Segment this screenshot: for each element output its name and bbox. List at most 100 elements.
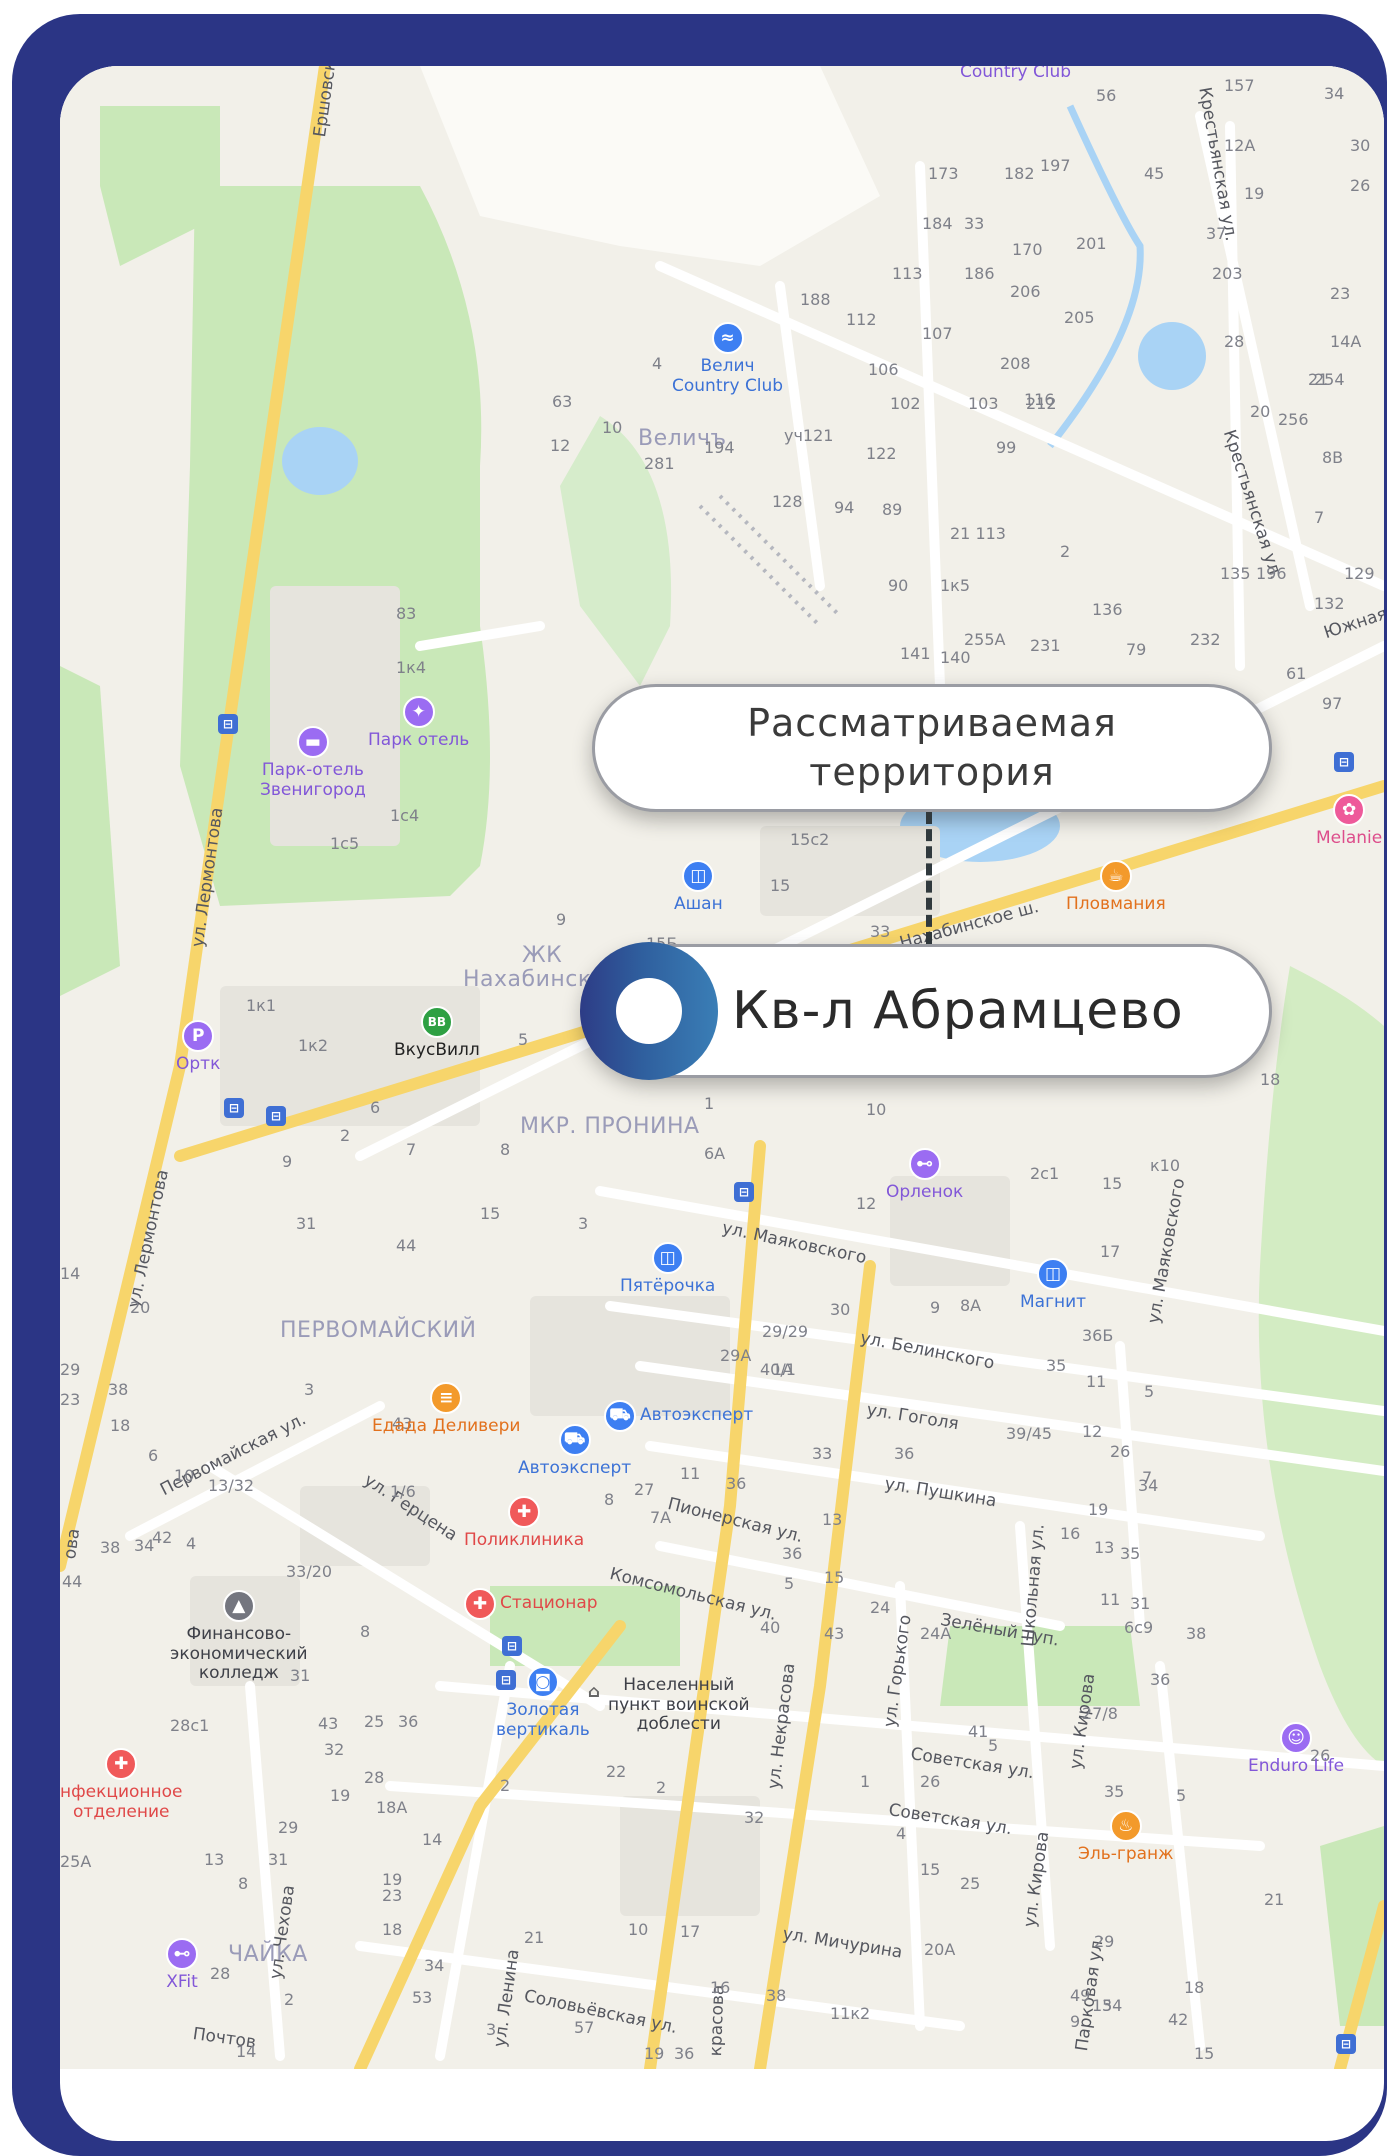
house-number: 1к5 xyxy=(940,576,971,595)
house-number: 15 xyxy=(770,876,791,895)
poi-statsionar[interactable]: ✚ Стационар xyxy=(464,1588,598,1620)
house-number: 33 xyxy=(870,922,891,941)
poi-ortk[interactable]: P Ортк xyxy=(176,1020,220,1075)
cafe-icon: ☕ xyxy=(1099,860,1132,892)
house-number: 1/6 xyxy=(390,1482,416,1501)
house-number: 13 xyxy=(822,1510,843,1529)
house-number: 14 xyxy=(60,1264,81,1283)
poi-el-granzh[interactable]: ♨ Эль-гранж xyxy=(1078,1810,1173,1865)
house-number: 36 xyxy=(782,1544,803,1563)
poi-zolotaya[interactable]: ◙ Золотая вертикаль xyxy=(496,1666,590,1740)
house-number: 11 xyxy=(1100,1590,1121,1609)
house-number: 16 xyxy=(1060,1524,1081,1543)
house-number: 36Б xyxy=(1082,1326,1114,1345)
medical-cross-icon: ✚ xyxy=(464,1588,496,1620)
house-number: 18 xyxy=(1184,1978,1205,1997)
house-number: 186 xyxy=(964,264,995,283)
house-number: 89 xyxy=(882,500,903,519)
house-number: 28 xyxy=(210,1964,231,1983)
bus-stop-icon[interactable]: ⊟ xyxy=(218,714,238,734)
house-number: 30 xyxy=(830,1300,851,1319)
poi-avtoekspert-2[interactable]: ⛟ Автоэксперт xyxy=(518,1424,631,1479)
house-number: 29/29 xyxy=(762,1322,809,1341)
house-number: 21 xyxy=(1264,1890,1285,1909)
house-number: 25А xyxy=(60,1852,92,1871)
house-number: 31 xyxy=(268,1850,289,1869)
poi-velich-club[interactable]: ≈ Велич Country Club xyxy=(672,322,783,396)
district-pronina: МКР. ПРОНИНА xyxy=(520,1114,700,1139)
person-icon: ☺ xyxy=(1280,1722,1313,1754)
house-number: 13/32 xyxy=(208,1476,255,1495)
house-number: 5 xyxy=(988,1736,999,1755)
parking-icon: P xyxy=(182,1020,215,1052)
house-number: 26 xyxy=(1110,1442,1131,1461)
house-number: 34 xyxy=(1324,84,1345,103)
house-number: 5 xyxy=(1176,1786,1187,1805)
poi-poliklinika[interactable]: ✚ Поликлиника xyxy=(464,1496,584,1551)
poi-melanie[interactable]: ✿ Melanie xyxy=(1316,794,1382,849)
poi-park-hotel[interactable]: ✦ Парк отель xyxy=(368,696,469,751)
marker-dot xyxy=(616,978,682,1044)
bus-stop-icon[interactable]: ⊟ xyxy=(224,1098,244,1118)
poi-ashan[interactable]: ◫ Ашан xyxy=(674,860,723,915)
poi-park-hotel-zvenigorod[interactable]: ▬ Парк-отель Звенигород xyxy=(260,726,366,800)
house-number: 39/45 xyxy=(1006,1424,1053,1443)
bed-icon: ▬ xyxy=(296,726,329,758)
poi-pyaterochka[interactable]: ◫ Пятёрочка xyxy=(620,1242,715,1297)
house-number: 38 xyxy=(100,1538,121,1557)
city-map[interactable]: Величъ ЖК Нахабинский МКР. ПРОНИНА ПЕРВО… xyxy=(60,66,1384,2069)
house-number: 99 xyxy=(996,438,1017,457)
house-number: 182 xyxy=(1004,164,1035,183)
house-number: 8 xyxy=(238,1874,249,1893)
poi-edada[interactable]: ≡ Едада Деливери xyxy=(372,1382,520,1437)
house-number: 49 xyxy=(1070,1986,1091,2005)
poi-infection[interactable]: ✚ нфекционное отделение xyxy=(60,1748,183,1822)
house-number: 18 xyxy=(1260,1070,1281,1089)
house-number: 9 xyxy=(930,1298,941,1317)
bus-stop-icon[interactable]: ⊟ xyxy=(734,1182,754,1202)
kvartal-label: Кв-л Абрамцево xyxy=(732,981,1184,1041)
house-number: 19 xyxy=(1088,1500,1109,1519)
house-number: 113 xyxy=(892,264,923,283)
food-icon: ≡ xyxy=(430,1382,463,1414)
bus-stop-icon[interactable]: ⊟ xyxy=(266,1106,286,1126)
house-number: 17 xyxy=(680,1922,701,1941)
bus-stop-icon[interactable]: ⊟ xyxy=(1336,2034,1356,2054)
poi-vkusvill[interactable]: BB ВкусВилл xyxy=(394,1006,480,1061)
house-number: 43 xyxy=(318,1714,339,1733)
poi-magnit[interactable]: ◫ Магнит xyxy=(1020,1258,1086,1313)
poi-xfit[interactable]: ⊷ XFit xyxy=(166,1938,198,1993)
house-number: 173 xyxy=(928,164,959,183)
house-number: 36 xyxy=(674,2044,695,2063)
bus-stop-icon[interactable]: ⊟ xyxy=(502,1636,522,1656)
house-number: 135 xyxy=(1220,564,1251,583)
house-number: 2 xyxy=(656,1778,667,1797)
house-number: 15 xyxy=(480,1204,501,1223)
house-number: 35 xyxy=(1120,1544,1141,1563)
poi-enduro[interactable]: ☺ Enduro Life xyxy=(1248,1722,1344,1777)
poi-college[interactable]: ▲ Финансово- экономический колледж xyxy=(170,1590,308,1684)
house-number: 90 xyxy=(888,576,909,595)
poi-orlenok[interactable]: ⊷ Орленок xyxy=(886,1148,963,1203)
house-number: 34 xyxy=(424,1956,445,1975)
house-number: 42 xyxy=(152,1528,173,1547)
house-number: 14 xyxy=(236,2042,257,2061)
house-number: 196 xyxy=(1256,564,1287,583)
house-number: 34 xyxy=(1138,1476,1159,1495)
poi-memorial[interactable]: ⌂ Населенный пункт воинской доблести xyxy=(584,1675,750,1735)
house-number: 36 xyxy=(726,1474,747,1493)
basket-icon: ◫ xyxy=(682,860,715,892)
poi-country-club-top[interactable]: Country Club xyxy=(960,66,1071,83)
house-number: 112 xyxy=(846,310,877,329)
house-number: 29А xyxy=(720,1346,752,1365)
house-number: 3 xyxy=(578,1214,589,1233)
palm-icon: ✦ xyxy=(402,696,435,728)
house-number: 103 xyxy=(968,394,999,413)
house-number: 34 xyxy=(134,1536,155,1555)
house-number: 53 xyxy=(412,1988,433,2007)
house-number: 9 xyxy=(282,1152,293,1171)
house-number: 9 xyxy=(1070,2012,1081,2031)
bus-stop-icon[interactable]: ⊟ xyxy=(1334,752,1354,772)
poi-plovmaniya[interactable]: ☕ Пловмания xyxy=(1066,860,1166,915)
house-number: 12 xyxy=(1082,1422,1103,1441)
